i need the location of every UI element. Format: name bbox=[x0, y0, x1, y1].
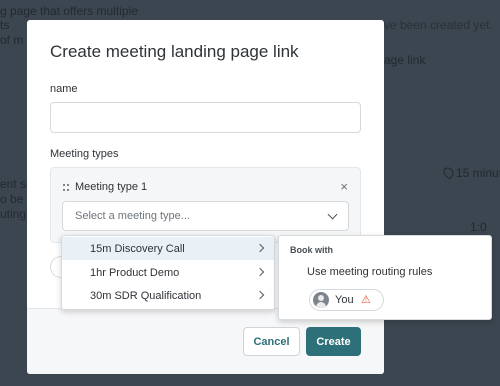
routing-rules-option[interactable]: Use meeting routing rules bbox=[307, 266, 432, 278]
cancel-button[interactable]: Cancel bbox=[243, 327, 300, 356]
dialog-title: Create meeting landing page link bbox=[50, 42, 299, 61]
book-with-heading: Book with bbox=[290, 245, 333, 255]
menu-item-30m-sdr-qualification[interactable]: 30m SDR Qualification bbox=[62, 284, 274, 307]
menu-item-15m-discovery-call[interactable]: 15m Discovery Call bbox=[62, 237, 274, 260]
meeting-type-select[interactable]: Select a meeting type... bbox=[62, 201, 349, 231]
chevron-right-icon bbox=[255, 243, 265, 253]
create-button[interactable]: Create bbox=[306, 327, 361, 356]
meeting-types-label: Meeting types bbox=[50, 148, 119, 160]
user-option-you[interactable]: You ⚠ bbox=[309, 289, 384, 311]
create-link-dialog: Create meeting landing page link name Me… bbox=[27, 20, 384, 374]
chevron-right-icon bbox=[255, 267, 265, 277]
menu-item-label: 1hr Product Demo bbox=[90, 267, 180, 279]
bg-text-1: g page that offers multiple bbox=[0, 4, 138, 18]
chevron-down-icon bbox=[327, 209, 338, 220]
bg-text-2: ts bbox=[0, 18, 10, 32]
avatar bbox=[313, 292, 329, 308]
meeting-type-card: Meeting type 1 × Select a meeting type..… bbox=[50, 167, 361, 243]
menu-item-label: 30m SDR Qualification bbox=[90, 290, 202, 302]
bg-text-9: uting) bbox=[0, 207, 31, 221]
book-with-submenu: Book with Use meeting routing rules You … bbox=[278, 235, 492, 320]
name-input[interactable] bbox=[50, 102, 361, 133]
remove-meeting-type-icon[interactable]: × bbox=[340, 180, 348, 193]
bg-text-3: of m bbox=[0, 33, 24, 47]
bg-text-6: 15 minut bbox=[456, 166, 500, 180]
drag-handle-icon[interactable] bbox=[63, 184, 70, 192]
select-placeholder: Select a meeting type... bbox=[75, 210, 190, 222]
bg-text-10: 1:0 bbox=[470, 220, 487, 234]
clock-icon bbox=[441, 165, 456, 180]
meeting-type-dropdown: 15m Discovery Call 1hr Product Demo 30m … bbox=[61, 235, 275, 310]
bg-text-8: o be bbox=[0, 192, 24, 206]
name-label: name bbox=[50, 83, 78, 95]
warning-icon: ⚠ bbox=[361, 294, 371, 306]
menu-item-1hr-product-demo[interactable]: 1hr Product Demo bbox=[62, 261, 274, 284]
meeting-type-title: Meeting type 1 bbox=[75, 181, 148, 193]
bg-text-5: age link bbox=[384, 53, 426, 67]
chevron-right-icon bbox=[255, 290, 265, 300]
menu-item-label: 15m Discovery Call bbox=[90, 243, 185, 255]
user-label: You bbox=[335, 294, 354, 306]
bg-text-4: ve been created yet. bbox=[384, 18, 493, 32]
